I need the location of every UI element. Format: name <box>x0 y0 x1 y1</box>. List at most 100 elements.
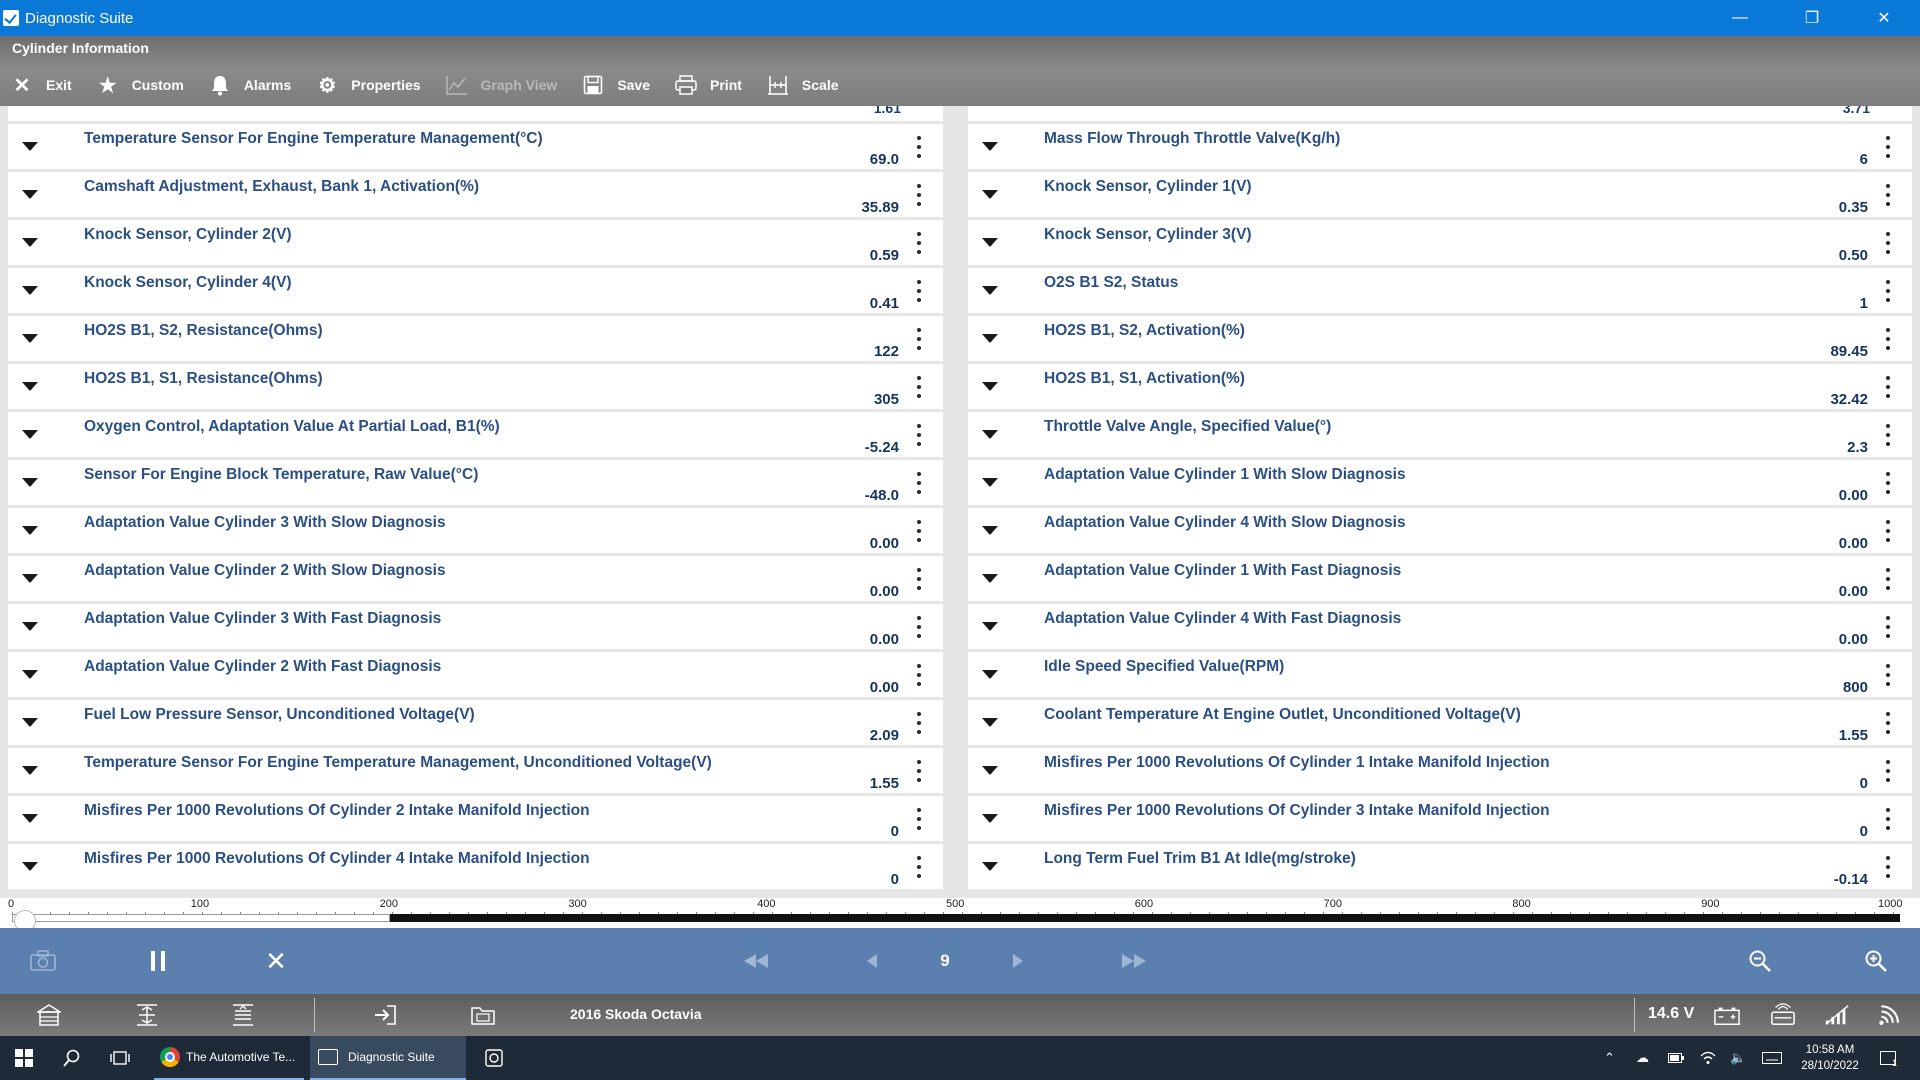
caret-down-icon[interactable] <box>22 622 38 631</box>
parameter-row[interactable]: Fuel Low Pressure Sensor, Unconditioned … <box>8 700 943 745</box>
pinned-app-icon[interactable] <box>480 1036 508 1080</box>
taskbar-app-diagnostic[interactable]: Diagnostic Suite <box>310 1036 466 1080</box>
more-options-icon[interactable] <box>917 376 921 398</box>
close-window-button[interactable]: ✕ <box>1848 0 1920 36</box>
parameter-row[interactable]: Adaptation Value Cylinder 1 With Fast Di… <box>968 556 1912 601</box>
parameter-row[interactable]: Throttle Valve Angle, Specified Value(°)… <box>968 412 1912 457</box>
parameter-row[interactable]: Adaptation Value Cylinder 4 With Fast Di… <box>968 604 1912 649</box>
caret-down-icon[interactable] <box>22 862 38 871</box>
parameter-row[interactable]: Misfires Per 1000 Revolutions Of Cylinde… <box>8 844 943 889</box>
print-button[interactable]: Print <box>674 73 742 97</box>
more-options-icon[interactable] <box>1886 280 1890 302</box>
caret-down-icon[interactable] <box>22 814 38 823</box>
cloud-icon[interactable]: ☁ <box>1636 1036 1649 1080</box>
caret-down-icon[interactable] <box>982 766 998 775</box>
timeline-ruler[interactable]: 0 100 200 300 400 500 600 700 800 900 1000 <box>0 898 1920 932</box>
more-options-icon[interactable] <box>917 424 921 446</box>
caret-down-icon[interactable] <box>22 718 38 727</box>
more-options-icon[interactable] <box>917 712 921 734</box>
step-back-icon[interactable] <box>862 928 882 994</box>
parameter-row[interactable]: HO2S B1, S2, Activation(%) 89.45 <box>968 316 1912 361</box>
caret-down-icon[interactable] <box>22 670 38 679</box>
more-options-icon[interactable] <box>1886 232 1890 254</box>
system-clock[interactable]: 10:58 AM 28/10/2022 <box>1798 1042 1862 1074</box>
caret-down-icon[interactable] <box>982 334 998 343</box>
caret-down-icon[interactable] <box>982 574 998 583</box>
parameter-row[interactable]: Oxygen Control, Adaptation Value At Part… <box>8 412 943 457</box>
more-options-icon[interactable] <box>1886 568 1890 590</box>
caret-down-icon[interactable] <box>982 814 998 823</box>
more-options-icon[interactable] <box>917 760 921 782</box>
scale-button[interactable]: Scale <box>766 73 839 97</box>
parameter-row[interactable]: Adaptation Value Cylinder 2 With Fast Di… <box>8 652 943 697</box>
more-options-icon[interactable] <box>1886 808 1890 830</box>
rewind-icon[interactable] <box>740 928 772 994</box>
more-options-icon[interactable] <box>917 280 921 302</box>
more-options-icon[interactable] <box>1886 856 1890 878</box>
caret-down-icon[interactable] <box>22 142 38 151</box>
zoom-out-icon[interactable] <box>1746 928 1774 994</box>
parameter-row[interactable]: HO2S B1, S1, Resistance(Ohms) 305 <box>8 364 943 409</box>
more-options-icon[interactable] <box>1886 376 1890 398</box>
more-options-icon[interactable] <box>917 184 921 206</box>
parameter-row[interactable]: Adaptation Value Cylinder 3 With Fast Di… <box>8 604 943 649</box>
caret-down-icon[interactable] <box>982 238 998 247</box>
parameter-row[interactable]: Sensor For Engine Block Temperature, Raw… <box>8 460 943 505</box>
caret-down-icon[interactable] <box>982 430 998 439</box>
caret-down-icon[interactable] <box>22 334 38 343</box>
list-filter-icon[interactable] <box>230 1002 256 1028</box>
caret-down-icon[interactable] <box>982 286 998 295</box>
more-options-icon[interactable] <box>1886 424 1890 446</box>
chevron-up-icon[interactable]: ⌃ <box>1604 1036 1615 1080</box>
caret-down-icon[interactable] <box>22 478 38 487</box>
search-icon[interactable] <box>58 1036 86 1080</box>
custom-button[interactable]: ★ Custom <box>96 73 184 97</box>
parameter-row[interactable]: Knock Sensor, Cylinder 2(V) 0.59 <box>8 220 943 265</box>
more-options-icon[interactable] <box>1886 184 1890 206</box>
caret-down-icon[interactable] <box>22 526 38 535</box>
exit-button[interactable]: ✕ Exit <box>10 73 72 97</box>
fast-forward-icon[interactable] <box>1118 928 1150 994</box>
folder-icon[interactable] <box>470 1002 496 1028</box>
more-options-icon[interactable] <box>917 856 921 878</box>
parameter-row[interactable]: Misfires Per 1000 Revolutions Of Cylinde… <box>968 748 1912 793</box>
windows-start-icon[interactable] <box>10 1036 38 1080</box>
caret-down-icon[interactable] <box>982 718 998 727</box>
caret-down-icon[interactable] <box>982 526 998 535</box>
more-options-icon[interactable] <box>1886 616 1890 638</box>
caret-down-icon[interactable] <box>22 286 38 295</box>
more-options-icon[interactable] <box>1886 520 1890 542</box>
parameter-row[interactable]: Temperature Sensor For Engine Temperatur… <box>8 124 943 169</box>
graph-view-button[interactable]: Graph View <box>445 73 557 97</box>
pause-button[interactable] <box>148 928 168 994</box>
parameter-row[interactable]: Idle Speed Specified Value(RPM) 800 <box>968 652 1912 697</box>
more-options-icon[interactable] <box>917 136 921 158</box>
battery-tray-icon[interactable] <box>1668 1036 1684 1080</box>
parameter-row[interactable]: Long Term Fuel Trim B1 At Idle(mg/stroke… <box>968 844 1912 889</box>
more-options-icon[interactable] <box>1886 760 1890 782</box>
zoom-in-icon[interactable] <box>1862 928 1890 994</box>
more-options-icon[interactable] <box>1886 664 1890 686</box>
restore-button[interactable]: ❐ <box>1776 0 1848 36</box>
parameter-row[interactable]: Knock Sensor, Cylinder 4(V) 0.41 <box>8 268 943 313</box>
more-options-icon[interactable] <box>1886 328 1890 350</box>
parameter-row[interactable]: Knock Sensor, Cylinder 3(V) 0.50 <box>968 220 1912 265</box>
alarms-button[interactable]: Alarms <box>208 73 291 97</box>
more-options-icon[interactable] <box>917 808 921 830</box>
parameter-row[interactable]: HO2S B1, S2, Resistance(Ohms) 122 <box>8 316 943 361</box>
parameter-row[interactable]: Knock Sensor, Cylinder 1(V) 0.35 <box>968 172 1912 217</box>
parameter-row[interactable]: Adaptation Value Cylinder 2 With Slow Di… <box>8 556 943 601</box>
more-options-icon[interactable] <box>917 472 921 494</box>
stop-button[interactable]: ✕ <box>264 928 288 994</box>
caret-down-icon[interactable] <box>22 190 38 199</box>
parameter-row[interactable]: Temperature Sensor For Engine Temperatur… <box>8 748 943 793</box>
caret-down-icon[interactable] <box>982 142 998 151</box>
caret-down-icon[interactable] <box>982 478 998 487</box>
parameter-row[interactable]: Mass Flow Through Throttle Valve(Kg/h) 6 <box>968 124 1912 169</box>
properties-button[interactable]: ⚙ Properties <box>315 73 420 97</box>
caret-down-icon[interactable] <box>22 382 38 391</box>
more-options-icon[interactable] <box>917 520 921 542</box>
parameter-row[interactable]: Adaptation Value Cylinder 4 With Slow Di… <box>968 508 1912 553</box>
parameter-row[interactable]: O2S B1 S2, Status 1 <box>968 268 1912 313</box>
caret-down-icon[interactable] <box>22 574 38 583</box>
